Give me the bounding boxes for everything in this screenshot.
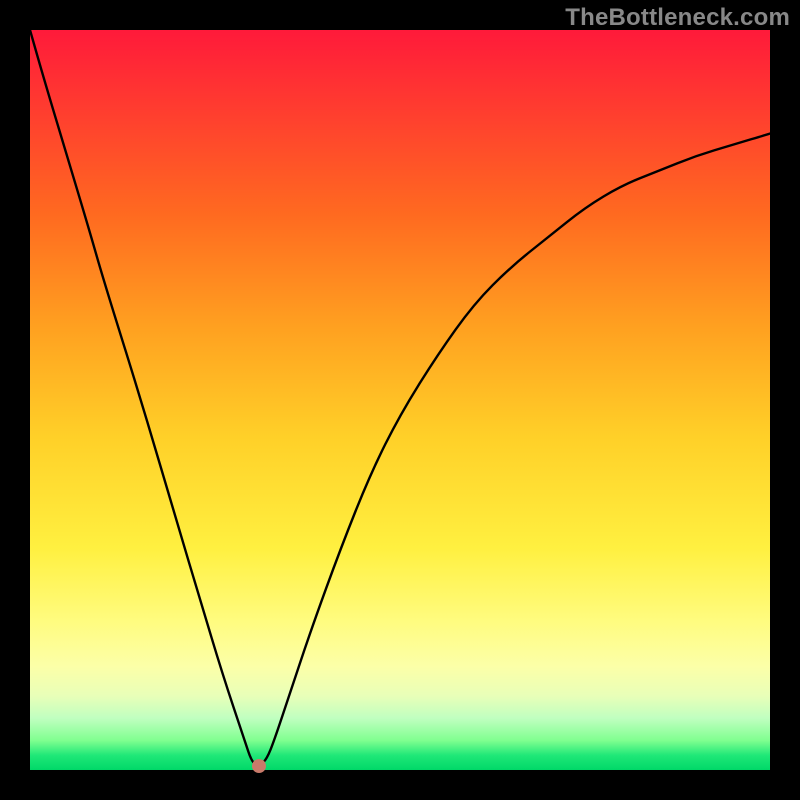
plot-area (30, 30, 770, 770)
curve-svg (30, 30, 770, 770)
bottleneck-curve (30, 30, 770, 765)
watermark-text: TheBottleneck.com (565, 4, 790, 32)
chart-frame: TheBottleneck.com (0, 0, 800, 800)
marker-dot (252, 759, 266, 773)
